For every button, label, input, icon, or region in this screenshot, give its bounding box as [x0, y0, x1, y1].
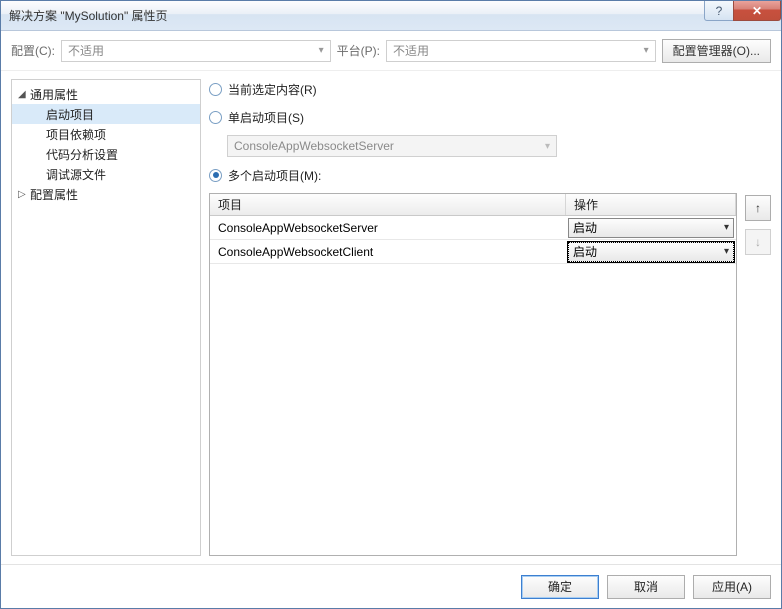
- cancel-label: 取消: [634, 578, 658, 595]
- tree-item-dependencies[interactable]: 项目依赖项: [12, 124, 200, 144]
- ok-button[interactable]: 确定: [521, 575, 599, 599]
- cell-project: ConsoleAppWebsocketServer: [210, 221, 566, 235]
- platform-value: 不适用: [393, 42, 429, 59]
- startup-panel: 当前选定内容(R) 单启动项目(S) ConsoleAppWebsocketSe…: [209, 79, 771, 556]
- single-startup-value: ConsoleAppWebsocketServer: [234, 139, 394, 153]
- reorder-buttons: ↑ ↓: [745, 193, 771, 556]
- radio-multiple-startup[interactable]: 多个启动项目(M):: [209, 165, 771, 185]
- help-button[interactable]: ?: [704, 1, 734, 21]
- close-icon: ✕: [752, 4, 762, 18]
- radio-icon[interactable]: [209, 111, 222, 124]
- tree-label: 通用属性: [30, 86, 78, 103]
- tree-label: 代码分析设置: [46, 146, 118, 163]
- tree-item-config-props[interactable]: ▷ 配置属性: [12, 184, 200, 204]
- tree-label: 项目依赖项: [46, 126, 106, 143]
- dialog-window: 解决方案 "MySolution" 属性页 ? ✕ 配置(C): 不适用 ▾ 平…: [0, 0, 782, 609]
- property-tree[interactable]: ◢ 通用属性 启动项目 项目依赖项 代码分析设置 调试源文件 ▷ 配置属性: [11, 79, 201, 556]
- action-value: 启动: [573, 219, 597, 236]
- collapse-icon[interactable]: ◢: [18, 89, 30, 100]
- chevron-down-icon: ▾: [724, 222, 729, 233]
- tree-label: 调试源文件: [46, 166, 106, 183]
- action-select[interactable]: 启动 ▾: [568, 242, 734, 262]
- arrow-down-icon: ↓: [755, 235, 761, 249]
- chevron-down-icon: ▾: [644, 45, 649, 56]
- cancel-button[interactable]: 取消: [607, 575, 685, 599]
- radio-label: 多个启动项目(M):: [228, 167, 321, 184]
- radio-current-selection[interactable]: 当前选定内容(R): [209, 79, 771, 99]
- chevron-down-icon: ▾: [545, 141, 550, 152]
- radio-label: 单启动项目(S): [228, 109, 304, 126]
- multiple-startup-area: 项目 操作 ConsoleAppWebsocketServer 启动 ▾: [209, 193, 771, 556]
- grid-row[interactable]: ConsoleAppWebsocketClient 启动 ▾: [210, 240, 736, 264]
- grid-header: 项目 操作: [210, 194, 736, 216]
- titlebar-buttons: ? ✕: [705, 1, 781, 30]
- platform-label: 平台(P):: [337, 42, 380, 59]
- chevron-down-icon: ▾: [319, 45, 324, 56]
- move-up-button[interactable]: ↑: [745, 195, 771, 221]
- col-header-action[interactable]: 操作: [566, 194, 736, 215]
- cell-action: 启动 ▾: [566, 240, 736, 264]
- radio-icon[interactable]: [209, 83, 222, 96]
- arrow-up-icon: ↑: [755, 201, 761, 215]
- config-manager-button[interactable]: 配置管理器(O)...: [662, 39, 771, 63]
- ok-label: 确定: [548, 578, 572, 595]
- titlebar[interactable]: 解决方案 "MySolution" 属性页 ? ✕: [1, 1, 781, 31]
- apply-label: 应用(A): [712, 578, 752, 595]
- radio-label: 当前选定内容(R): [228, 81, 317, 98]
- radio-single-startup[interactable]: 单启动项目(S): [209, 107, 771, 127]
- config-label: 配置(C):: [11, 42, 55, 59]
- action-value: 启动: [573, 243, 597, 260]
- config-value: 不适用: [68, 42, 104, 59]
- body: ◢ 通用属性 启动项目 项目依赖项 代码分析设置 调试源文件 ▷ 配置属性: [1, 71, 781, 564]
- dialog-footer: 确定 取消 应用(A): [1, 564, 781, 608]
- config-select[interactable]: 不适用 ▾: [61, 40, 331, 62]
- config-manager-label: 配置管理器(O)...: [673, 42, 760, 59]
- radio-icon[interactable]: [209, 169, 222, 182]
- window-title: 解决方案 "MySolution" 属性页: [9, 7, 705, 24]
- close-button[interactable]: ✕: [733, 1, 781, 21]
- tree-item-common[interactable]: ◢ 通用属性: [12, 84, 200, 104]
- apply-button[interactable]: 应用(A): [693, 575, 771, 599]
- chevron-down-icon: ▾: [724, 246, 729, 257]
- tree-item-code-analysis[interactable]: 代码分析设置: [12, 144, 200, 164]
- col-header-project[interactable]: 项目: [210, 194, 566, 215]
- tree-label: 启动项目: [46, 106, 94, 123]
- single-startup-select: ConsoleAppWebsocketServer ▾: [227, 135, 557, 157]
- move-down-button[interactable]: ↓: [745, 229, 771, 255]
- tree-item-debug-source[interactable]: 调试源文件: [12, 164, 200, 184]
- expand-icon[interactable]: ▷: [18, 189, 30, 200]
- help-icon: ?: [716, 4, 723, 18]
- tree-item-startup[interactable]: 启动项目: [12, 104, 200, 124]
- cell-project: ConsoleAppWebsocketClient: [210, 245, 566, 259]
- cell-action: 启动 ▾: [566, 216, 736, 240]
- grid-row[interactable]: ConsoleAppWebsocketServer 启动 ▾: [210, 216, 736, 240]
- action-select[interactable]: 启动 ▾: [568, 218, 734, 238]
- platform-select[interactable]: 不适用 ▾: [386, 40, 656, 62]
- config-toolbar: 配置(C): 不适用 ▾ 平台(P): 不适用 ▾ 配置管理器(O)...: [1, 31, 781, 71]
- startup-grid[interactable]: 项目 操作 ConsoleAppWebsocketServer 启动 ▾: [209, 193, 737, 556]
- tree-label: 配置属性: [30, 186, 78, 203]
